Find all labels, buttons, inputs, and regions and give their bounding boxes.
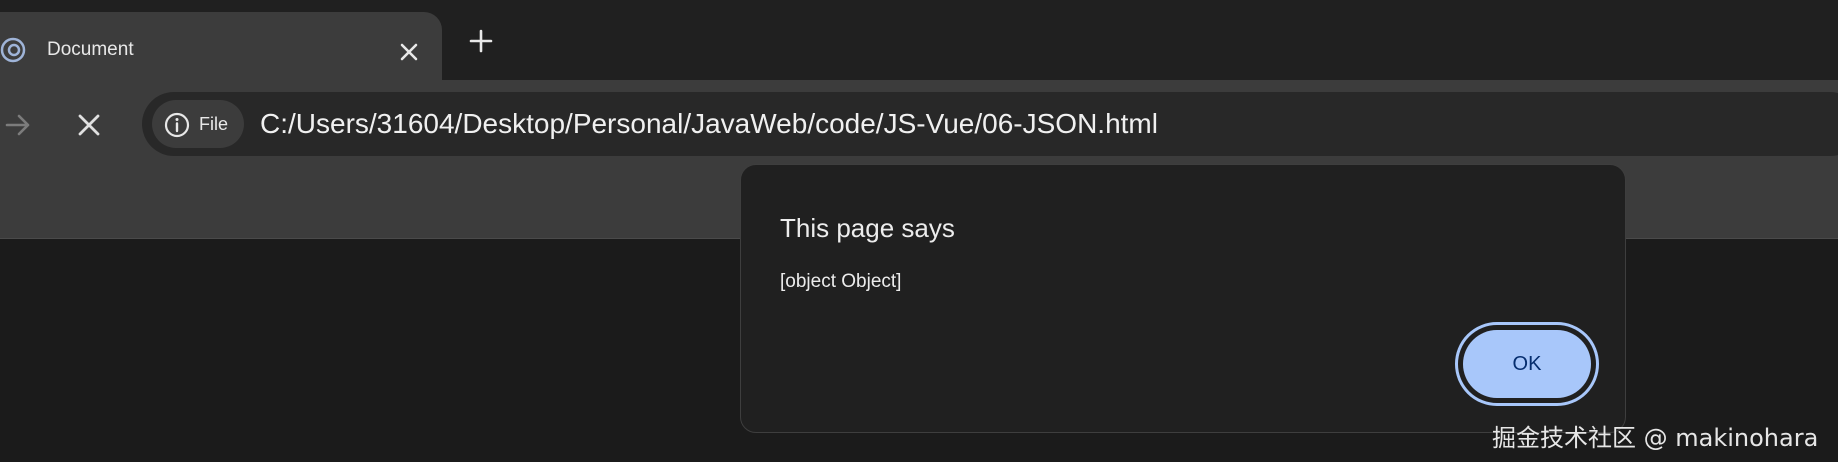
arrow-right-icon[interactable] — [2, 109, 34, 141]
watermark: 掘金技术社区 @ makinohara — [1492, 424, 1819, 452]
ok-button[interactable]: OK — [1463, 330, 1591, 398]
globe-favicon-icon — [0, 37, 26, 63]
address-bar[interactable]: File C:/Users/31604/Desktop/Personal/Jav… — [142, 92, 1838, 156]
alert-dialog: This page says [object Object] OK — [740, 164, 1626, 433]
dialog-message: [object Object] — [780, 271, 902, 292]
tab-strip: Document — [0, 0, 1838, 80]
tab-title: Document — [47, 39, 134, 60]
ok-button-focus-ring: OK — [1455, 322, 1599, 406]
url-text[interactable]: C:/Users/31604/Desktop/Personal/JavaWeb/… — [260, 108, 1158, 140]
plus-icon[interactable] — [467, 27, 495, 55]
close-icon[interactable] — [396, 39, 422, 65]
close-icon[interactable] — [74, 110, 104, 140]
info-icon — [164, 112, 190, 138]
site-info-label: File — [199, 114, 229, 134]
dialog-title: This page says — [780, 213, 955, 243]
browser-window: Document File C:/Users/31604/Desktop/Per… — [0, 0, 1838, 462]
site-info-chip[interactable]: File — [152, 100, 244, 148]
tab-document[interactable]: Document — [0, 12, 442, 80]
